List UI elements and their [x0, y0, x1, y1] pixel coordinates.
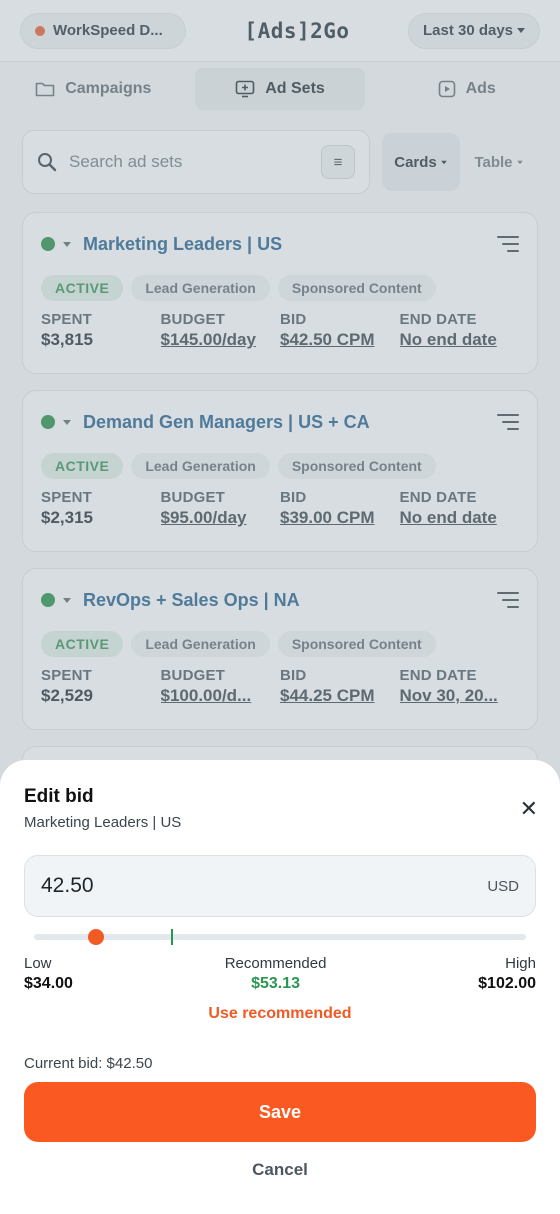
bid-range: Low $34.00 Recommended $53.13 High $102.…: [24, 955, 536, 993]
current-bid-text: Current bid: $42.50: [24, 1055, 153, 1072]
bid-amount-field[interactable]: 42.50 USD: [24, 855, 536, 917]
slider-track[interactable]: [34, 934, 526, 940]
slider-thumb[interactable]: [87, 929, 104, 945]
edit-bid-sheet: Edit bid Marketing Leaders | US ✕ 42.50 …: [0, 760, 560, 1214]
bid-amount-value: 42.50: [41, 874, 94, 897]
close-icon[interactable]: ✕: [520, 798, 538, 820]
high-label: High: [505, 955, 536, 972]
high-value: $102.00: [478, 975, 536, 992]
sheet-title: Edit bid: [24, 786, 94, 807]
save-button[interactable]: Save: [24, 1082, 536, 1142]
cancel-button[interactable]: Cancel: [24, 1160, 536, 1180]
bid-slider[interactable]: [34, 917, 526, 955]
currency-label: USD: [487, 877, 519, 895]
sheet-subtitle: Marketing Leaders | US: [24, 814, 182, 831]
use-recommended-button[interactable]: Use recommended: [24, 1005, 536, 1023]
recommended-marker: [171, 929, 174, 945]
low-value: $34.00: [24, 975, 73, 992]
recommended-label: Recommended: [224, 955, 327, 972]
recommended-value: $53.13: [251, 975, 301, 992]
low-label: Low: [24, 955, 52, 972]
